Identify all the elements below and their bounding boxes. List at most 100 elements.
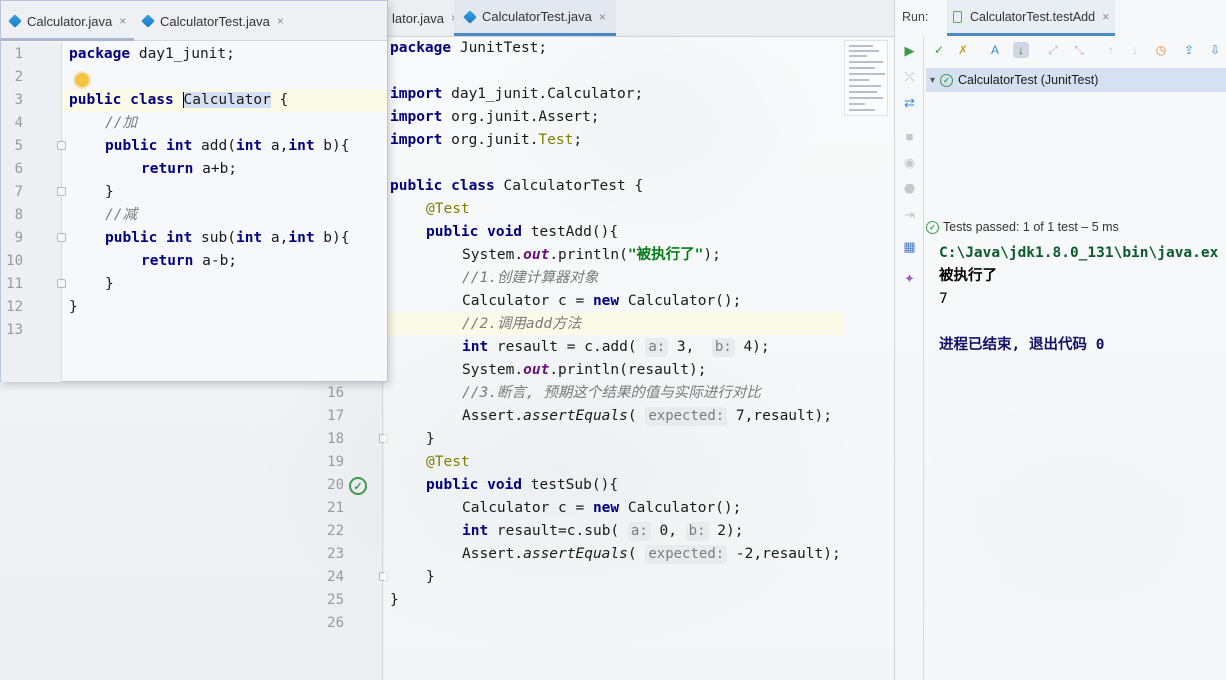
java-class-icon: [463, 9, 477, 24]
close-icon[interactable]: ×: [1102, 10, 1109, 24]
close-icon[interactable]: ×: [119, 14, 126, 28]
code-line: package JunitTest;: [390, 40, 548, 56]
test-tree-label: CalculatorTest (JunitTest): [958, 73, 1099, 87]
line-number: 5: [14, 138, 23, 154]
test-tree-item[interactable]: ▾ ✓ CalculatorTest (JunitTest): [926, 68, 1226, 92]
rerun-icon[interactable]: ▶: [903, 44, 916, 57]
line-number: 19: [327, 454, 344, 470]
split-editor-tab-bar: Calculator.java × CalculatorTest.java ×: [1, 1, 387, 41]
code-line: }: [105, 184, 114, 200]
split-editor-calculator[interactable]: Calculator.java × CalculatorTest.java × …: [0, 0, 388, 382]
code-line: public int sub(int a,int b){: [105, 230, 350, 246]
line-number: 13: [6, 322, 23, 338]
tab-label: CalculatorTest.java: [482, 9, 592, 24]
fold-icon[interactable]: [57, 233, 66, 242]
history-icon[interactable]: ◷: [1153, 42, 1169, 58]
tab-label: lator.java: [392, 10, 445, 26]
line-number: 17: [327, 408, 344, 424]
run-tab-label: CalculatorTest.testAdd: [970, 9, 1096, 24]
run-label: Run:: [902, 10, 929, 24]
tab-calculator-java[interactable]: Calculator.java ×: [8, 1, 126, 41]
camera-icon[interactable]: ◉: [903, 156, 916, 169]
code-line: int resault=c.sub( a: 0, b: 2);: [462, 522, 744, 541]
code-line: public class Calculator {: [69, 92, 289, 108]
code-line: System.out.println("被执行了");: [462, 247, 721, 263]
parameter-hint: b:: [711, 338, 735, 357]
code-line: return a-b;: [141, 253, 238, 269]
chevron-down-icon[interactable]: ▾: [930, 75, 935, 86]
console-line: 进程已结束, 退出代码 0: [939, 337, 1105, 353]
sort-alpha-icon[interactable]: A: [987, 42, 1003, 58]
fold-icon[interactable]: [57, 141, 66, 150]
toggle-auto-test-icon[interactable]: ⇄: [903, 96, 916, 109]
code-line: @Test: [426, 454, 470, 470]
expand-all-icon[interactable]: ⤢: [1045, 42, 1061, 58]
show-ignored-icon[interactable]: ✗: [955, 42, 971, 58]
rerun-failed-icon[interactable]: ⤬: [903, 70, 916, 83]
tab-calculatortest-java[interactable]: CalculatorTest.java ×: [454, 0, 616, 36]
line-number: 7: [14, 184, 23, 200]
fold-icon[interactable]: [57, 279, 66, 288]
sort-duration-icon[interactable]: ↓: [1013, 42, 1029, 58]
split-editor-gutter: 1 2 3 4 5 6 7 8 9 10 11 12 13: [1, 42, 66, 382]
line-number: 2: [14, 69, 23, 85]
code-line: return a+b;: [141, 161, 238, 177]
console-line: C:\Java\jdk1.8.0_131\bin\java.ex: [939, 245, 1219, 261]
parameter-hint: a:: [627, 522, 651, 541]
previous-failed-icon[interactable]: ↑: [1103, 42, 1119, 58]
close-icon[interactable]: ×: [277, 14, 284, 28]
test-passed-icon: ✓: [926, 220, 939, 234]
code-line: }: [69, 299, 78, 315]
debug-icon[interactable]: ⬣: [903, 182, 916, 195]
show-passed-icon[interactable]: ✓: [931, 42, 947, 58]
export-icon[interactable]: ⇪: [1181, 42, 1197, 58]
test-status-text: Tests passed: 1 of 1 test – 5 ms: [943, 220, 1119, 234]
code-line: Calculator c = new Calculator();: [462, 293, 742, 309]
line-number: 16: [327, 385, 344, 401]
parameter-hint: a:: [645, 338, 669, 357]
line-number: 1: [14, 46, 23, 62]
stop-icon[interactable]: ■: [903, 130, 916, 143]
import-icon[interactable]: ⇩: [1207, 42, 1223, 58]
tab-label: Calculator.java: [27, 13, 113, 29]
parameter-hint: expected:: [645, 545, 728, 564]
line-number: 24: [327, 569, 344, 585]
close-icon[interactable]: ×: [599, 10, 606, 24]
java-class-icon: [8, 14, 22, 28]
collapse-all-icon[interactable]: ⤡: [1071, 42, 1087, 58]
code-line: }: [390, 592, 399, 608]
line-number: 22: [327, 523, 344, 539]
line-number: 9: [14, 230, 23, 246]
layout-icon[interactable]: ▦: [903, 240, 916, 253]
run-config-tab[interactable]: CalculatorTest.testAdd ×: [947, 0, 1116, 36]
next-failed-icon[interactable]: ↓: [1127, 42, 1143, 58]
code-line: public void testSub(){: [426, 477, 619, 493]
test-config-icon: [953, 10, 962, 23]
tab-calculator-java[interactable]: lator.java ×: [392, 0, 458, 36]
test-passed-icon: ✓: [940, 73, 954, 87]
code-minimap[interactable]: [844, 40, 888, 116]
console-line: 被执行了: [939, 268, 997, 284]
code-line: @Test: [426, 201, 470, 217]
console-line: 7: [939, 291, 948, 307]
lightbulb-icon[interactable]: [75, 73, 89, 87]
run-side-toolbar: ▶ ⤬ ⇄ ■ ◉ ⬣ ⇥ ▦ ✦: [895, 36, 924, 680]
line-number: 26: [327, 615, 344, 631]
current-line-highlight: [384, 312, 844, 335]
tab-calculatortest-java[interactable]: CalculatorTest.java ×: [141, 1, 284, 41]
exit-icon[interactable]: ⇥: [903, 208, 916, 221]
code-line: Calculator c = new Calculator();: [462, 500, 742, 516]
code-line: }: [426, 569, 435, 585]
code-line: //减: [105, 207, 137, 223]
active-tab-indicator: [1, 38, 134, 41]
line-number: 12: [6, 299, 23, 315]
code-line: //2.调用add方法: [462, 316, 582, 332]
line-number: 18: [327, 431, 344, 447]
pin-icon[interactable]: ✦: [903, 272, 916, 285]
line-number: 21: [327, 500, 344, 516]
run-test-passed-icon[interactable]: ✓: [349, 477, 367, 495]
code-line: int resault = c.add( a: 3, b: 4);: [462, 338, 770, 357]
tab-label: CalculatorTest.java: [160, 13, 270, 29]
code-line: Assert.assertEquals( expected: -2,resaul…: [462, 545, 841, 564]
fold-icon[interactable]: [57, 187, 66, 196]
